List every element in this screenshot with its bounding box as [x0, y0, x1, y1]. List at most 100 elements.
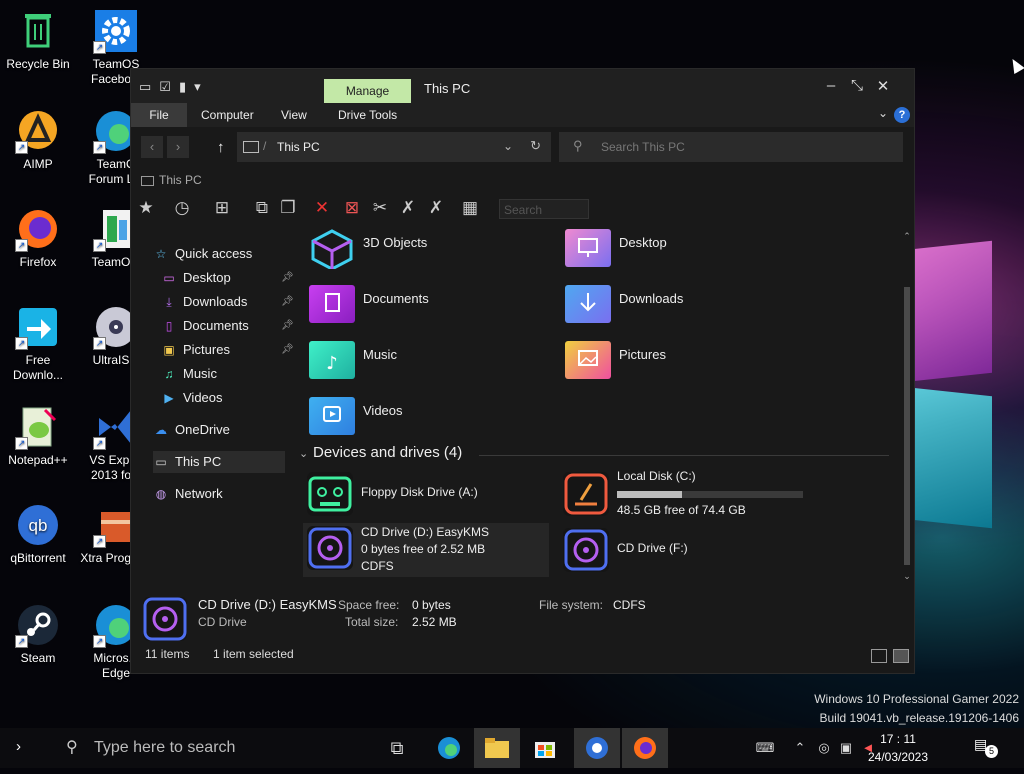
nav-this-pc[interactable]: ▭ This PC: [153, 451, 285, 473]
folder-downloads[interactable]: Downloads: [565, 281, 795, 329]
taskbar-file-explorer[interactable]: [474, 728, 520, 768]
desktop-icon-aimp[interactable]: ↗ AIMP: [0, 108, 76, 172]
details-type: CD Drive: [198, 615, 247, 629]
manage-tab[interactable]: Manage: [324, 79, 411, 103]
mouse-cursor: [1007, 55, 1024, 75]
folder-label: Music: [363, 347, 397, 362]
folder-pictures[interactable]: Pictures: [565, 337, 795, 385]
nav-documents[interactable]: ▯ Documents 📌︎: [161, 315, 294, 337]
network-icon[interactable]: ▣: [836, 728, 856, 768]
tab-file[interactable]: File: [131, 103, 187, 127]
nav-desktop[interactable]: ▭ Desktop 📌︎: [161, 267, 294, 289]
taskbar-firefox[interactable]: [622, 728, 668, 768]
taskbar-store[interactable]: [522, 728, 568, 768]
nav-quick-access[interactable]: ☆ Quick access: [153, 243, 253, 265]
desktop-icon-label: Steam: [20, 651, 56, 665]
chevron-down-icon[interactable]: ⌄: [878, 106, 888, 120]
devices-section-header[interactable]: ⌄ Devices and drives (4): [299, 443, 889, 467]
desktop-icon-label: AIMP: [23, 157, 53, 171]
windows-icon[interactable]: ⊞: [211, 197, 233, 219]
desktop-icon-steam[interactable]: ↗ Steam: [0, 602, 76, 666]
desktop-icon-label: Notepad++: [8, 453, 68, 467]
desktop-icon-qbittorrent[interactable]: qb qBittorrent: [0, 502, 76, 566]
tab-drive-tools[interactable]: Drive Tools: [338, 103, 397, 127]
view-options-icon[interactable]: ▦: [459, 197, 481, 219]
tab-view[interactable]: View: [281, 103, 307, 127]
tab-computer[interactable]: Computer: [201, 103, 254, 127]
computer-icon[interactable]: ▭: [139, 79, 151, 95]
address-row: ‹ › ↑ / This PC ⌄ ↻ ⚲ Search This PC: [131, 129, 914, 167]
search-box[interactable]: ⚲ Search This PC: [559, 132, 903, 162]
back-button[interactable]: ‹: [141, 136, 163, 158]
nav-music[interactable]: ♫ Music: [161, 363, 217, 385]
nav-pictures[interactable]: ▣ Pictures 📌︎: [161, 339, 294, 361]
help-icon[interactable]: ?: [894, 107, 910, 123]
pin-icon[interactable]: 📌︎: [281, 315, 294, 337]
vertical-scrollbar[interactable]: ⌃ ⌄: [902, 229, 912, 585]
up-arrow-icon[interactable]: ↑: [217, 139, 225, 156]
desktop-icon-firefox[interactable]: ↗ Firefox: [0, 206, 76, 270]
virtual-keyboard-icon[interactable]: ⌨: [750, 728, 780, 768]
secondary-breadcrumb[interactable]: This PC: [141, 173, 202, 187]
task-view-icon[interactable]: ⧉: [374, 728, 420, 768]
nav-onedrive[interactable]: ☁ OneDrive: [153, 419, 230, 441]
scroll-up-icon[interactable]: ⌃: [902, 231, 912, 242]
pin-icon[interactable]: 📌︎: [281, 267, 294, 289]
folder-music[interactable]: ♪ Music: [309, 337, 539, 385]
scrollbar-thumb[interactable]: [904, 287, 910, 565]
move-icon[interactable]: ✗: [425, 197, 447, 219]
taskbar-search[interactable]: ⚲ Type here to search: [58, 728, 368, 768]
map-drive-icon[interactable]: ⧉: [251, 197, 273, 219]
desktop-icon-label: Firefox: [19, 255, 57, 269]
folder-documents[interactable]: Documents: [309, 281, 539, 329]
disconnect-icon[interactable]: ✂: [369, 197, 391, 219]
drive-local-c[interactable]: Local Disk (C:) 48.5 GB free of 74.4 GB: [563, 469, 813, 521]
forward-button[interactable]: ›: [167, 136, 189, 158]
drive-capacity-bar: [617, 491, 803, 498]
drive-floppy-a[interactable]: Floppy Disk Drive (A:): [307, 469, 547, 521]
folder-videos[interactable]: Videos: [309, 393, 539, 441]
start-chevron-icon[interactable]: ›: [16, 738, 21, 755]
chevron-down-icon[interactable]: ⌄: [503, 139, 513, 153]
scroll-down-icon[interactable]: ⌄: [902, 571, 912, 582]
pin-icon[interactable]: 📌︎: [281, 339, 294, 361]
large-icons-view-icon[interactable]: [893, 649, 909, 663]
folder-desktop[interactable]: Desktop: [565, 225, 795, 273]
cut-icon[interactable]: ✗: [397, 197, 419, 219]
desktop-icon-free-download[interactable]: ↗ Free Downlo...: [0, 304, 76, 383]
taskbar-qbittorrent[interactable]: [574, 728, 620, 768]
delete-icon[interactable]: ✕: [311, 197, 333, 219]
chevron-up-icon[interactable]: ⌃: [790, 728, 810, 768]
address-bar[interactable]: / This PC ⌄ ↻: [237, 132, 551, 162]
close-button[interactable]: ✕: [873, 77, 893, 95]
space-free-label: Space free:: [338, 598, 400, 612]
star-icon[interactable]: ★: [135, 197, 157, 219]
delete-permanent-icon[interactable]: ⊠: [341, 197, 363, 219]
minimize-button[interactable]: –: [821, 77, 841, 94]
drive-cd-d[interactable]: CD Drive (D:) EasyKMS 0 bytes free of 2.…: [303, 523, 549, 577]
toolbar-search-input[interactable]: Search: [499, 199, 589, 219]
nav-videos[interactable]: ▶ Videos: [161, 387, 222, 409]
clock-date: 24/03/2023: [867, 750, 929, 764]
webcam-icon[interactable]: ◎: [814, 728, 834, 768]
nav-downloads[interactable]: ⤓ Downloads 📌︎: [161, 291, 294, 313]
desktop-icon-recycle-bin[interactable]: Recycle Bin: [0, 8, 76, 72]
desktop-icon-notepad[interactable]: ↗ Notepad++: [0, 404, 76, 468]
history-icon[interactable]: ◷: [171, 197, 193, 219]
new-folder-icon[interactable]: ▮: [179, 79, 186, 95]
customize-qat-icon[interactable]: ▾: [194, 79, 201, 95]
system-clock[interactable]: 17 : 11 24/03/2023: [857, 730, 939, 766]
title-bar: ▭ ☑ ▮ ▾ Manage This PC – ⤡ ✕: [131, 69, 914, 103]
refresh-icon[interactable]: ↻: [530, 138, 541, 154]
maximize-button[interactable]: ⤡: [847, 77, 867, 94]
notification-center-icon[interactable]: ▤ 5: [974, 736, 998, 758]
details-view-icon[interactable]: [871, 649, 887, 663]
taskbar-edge[interactable]: [426, 728, 472, 768]
pin-icon[interactable]: 📌︎: [281, 291, 294, 313]
nav-network[interactable]: ◍ Network: [153, 483, 223, 505]
folder-3d-objects[interactable]: 3D Objects: [309, 225, 539, 273]
drive-cd-f[interactable]: CD Drive (F:): [563, 525, 813, 577]
this-pc-icon: [141, 175, 154, 186]
windows-cascade-icon[interactable]: ❐: [277, 197, 299, 219]
properties-icon[interactable]: ☑: [159, 79, 171, 95]
